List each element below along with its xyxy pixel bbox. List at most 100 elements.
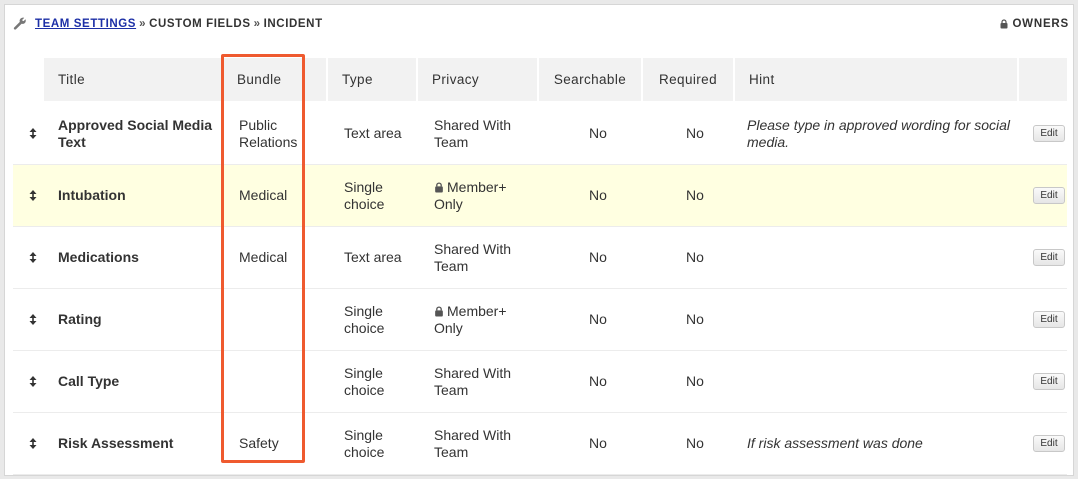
field-hint-text: If risk assessment was done bbox=[747, 435, 923, 451]
field-bundle-text: Medical bbox=[239, 187, 288, 203]
field-privacy-value: Shared With Team bbox=[434, 365, 534, 399]
field-searchable-text: No bbox=[589, 187, 607, 203]
field-bundle bbox=[239, 351, 329, 412]
table-row: Intubation Medical Single choice Member+ On… bbox=[13, 165, 1067, 227]
field-type: Single choice bbox=[344, 165, 424, 226]
field-title: Risk Assessment bbox=[58, 413, 223, 474]
drag-handle[interactable] bbox=[25, 351, 41, 412]
field-type: Single choice bbox=[344, 413, 424, 474]
drag-handle[interactable] bbox=[25, 413, 41, 474]
column-header-searchable[interactable]: Searchable bbox=[539, 58, 641, 101]
field-type-text: Single choice bbox=[344, 426, 385, 460]
wrench-icon bbox=[13, 17, 26, 30]
table-row: Medications Medical Text area Shared With T… bbox=[13, 227, 1067, 289]
field-title-text: Risk Assessment bbox=[58, 435, 174, 451]
column-header-hint[interactable]: Hint bbox=[735, 58, 1017, 101]
field-type-text: Single choice bbox=[344, 178, 385, 212]
field-required: No bbox=[649, 351, 741, 412]
field-privacy-value: Shared With Team bbox=[434, 427, 534, 461]
field-searchable-text: No bbox=[589, 249, 607, 265]
column-header-required[interactable]: Required bbox=[643, 58, 733, 101]
field-bundle-text: Public Relations bbox=[239, 116, 298, 150]
breadcrumb-separator: » bbox=[139, 18, 147, 30]
field-searchable-text: No bbox=[589, 311, 607, 327]
edit-cell: Edit bbox=[1032, 227, 1066, 288]
field-title-text: Medications bbox=[58, 249, 139, 265]
field-privacy-value: Member+ Only bbox=[434, 303, 534, 337]
drag-handle[interactable] bbox=[25, 289, 41, 350]
field-searchable: No bbox=[547, 289, 649, 350]
field-searchable: No bbox=[547, 351, 649, 412]
drag-handle-icon bbox=[29, 314, 37, 325]
field-searchable-text: No bbox=[589, 373, 607, 389]
edit-cell: Edit bbox=[1032, 413, 1066, 474]
field-type-text: Text area bbox=[344, 125, 402, 141]
edit-button[interactable]: Edit bbox=[1033, 311, 1065, 328]
drag-handle-icon bbox=[29, 438, 37, 449]
column-header-bundle[interactable]: Bundle bbox=[223, 58, 326, 101]
edit-button[interactable]: Edit bbox=[1033, 435, 1065, 452]
owners-text: OWNERS bbox=[1012, 18, 1069, 30]
field-hint: If risk assessment was done bbox=[747, 413, 1019, 474]
breadcrumb: TEAM SETTINGS» CUSTOM FIELDS» INCIDENT bbox=[35, 18, 323, 30]
column-header-actions bbox=[1019, 58, 1067, 101]
field-privacy-text: Member+ Only bbox=[434, 178, 507, 212]
drag-handle-icon bbox=[29, 128, 37, 139]
field-privacy: Shared With Team bbox=[434, 351, 534, 412]
field-title: Intubation bbox=[58, 165, 223, 226]
field-title-text: Call Type bbox=[58, 373, 120, 389]
field-bundle: Safety bbox=[239, 413, 329, 474]
field-bundle: Medical bbox=[239, 165, 329, 226]
edit-cell: Edit bbox=[1032, 103, 1066, 164]
column-header-type[interactable]: Type bbox=[328, 58, 416, 101]
field-required: No bbox=[649, 289, 741, 350]
field-privacy-value: Member+ Only bbox=[434, 179, 534, 213]
field-bundle bbox=[239, 289, 329, 350]
drag-handle[interactable] bbox=[25, 227, 41, 288]
lock-icon bbox=[1000, 19, 1008, 29]
table-row: Rating Single choice Member+ Only No No Edit bbox=[13, 289, 1067, 351]
field-bundle: Public Relations bbox=[239, 103, 329, 164]
field-privacy: Shared With Team bbox=[434, 413, 534, 474]
breadcrumb-separator: » bbox=[253, 18, 261, 30]
field-required-text: No bbox=[686, 373, 704, 389]
drag-handle[interactable] bbox=[25, 165, 41, 226]
field-privacy-text: Shared With Team bbox=[434, 116, 512, 150]
drag-handle-icon bbox=[29, 190, 37, 201]
edit-button[interactable]: Edit bbox=[1033, 187, 1065, 204]
drag-handle[interactable] bbox=[25, 103, 41, 164]
column-header-title[interactable]: Title bbox=[44, 58, 221, 101]
field-title-text: Intubation bbox=[58, 187, 126, 203]
field-required-text: No bbox=[686, 435, 704, 451]
field-hint: Please type in approved wording for soci… bbox=[747, 103, 1019, 164]
lock-icon bbox=[435, 181, 443, 192]
field-hint-text: Please type in approved wording for soci… bbox=[747, 116, 1011, 150]
breadcrumb-team-settings-link[interactable]: TEAM SETTINGS bbox=[35, 18, 136, 30]
owners-label: OWNERS bbox=[1000, 18, 1069, 30]
field-required-text: No bbox=[686, 187, 704, 203]
edit-button[interactable]: Edit bbox=[1033, 373, 1065, 390]
field-privacy-text: Shared With Team bbox=[434, 364, 512, 398]
field-searchable: No bbox=[547, 413, 649, 474]
field-required: No bbox=[649, 227, 741, 288]
edit-button[interactable]: Edit bbox=[1033, 125, 1065, 142]
field-privacy-text: Member+ Only bbox=[434, 302, 507, 336]
field-searchable-text: No bbox=[589, 125, 607, 141]
breadcrumb-incident: INCIDENT bbox=[263, 18, 323, 30]
field-privacy: Member+ Only bbox=[434, 165, 534, 226]
edit-cell: Edit bbox=[1032, 165, 1066, 226]
drag-handle-icon bbox=[29, 252, 37, 263]
field-searchable: No bbox=[547, 227, 649, 288]
column-header-privacy[interactable]: Privacy bbox=[418, 58, 537, 101]
edit-button[interactable]: Edit bbox=[1033, 249, 1065, 266]
field-bundle-text: Safety bbox=[239, 435, 279, 451]
field-searchable: No bbox=[547, 103, 649, 164]
field-type: Single choice bbox=[344, 289, 424, 350]
field-privacy-value: Shared With Team bbox=[434, 241, 534, 275]
table-row: Call Type Single choice Shared With Team No… bbox=[13, 351, 1067, 413]
lock-icon bbox=[435, 305, 443, 316]
drag-handle-icon bbox=[29, 376, 37, 387]
field-required: No bbox=[649, 413, 741, 474]
field-bundle-text: Medical bbox=[239, 249, 288, 265]
table-row: Risk Assessment Safety Single choice Shared… bbox=[13, 413, 1067, 475]
